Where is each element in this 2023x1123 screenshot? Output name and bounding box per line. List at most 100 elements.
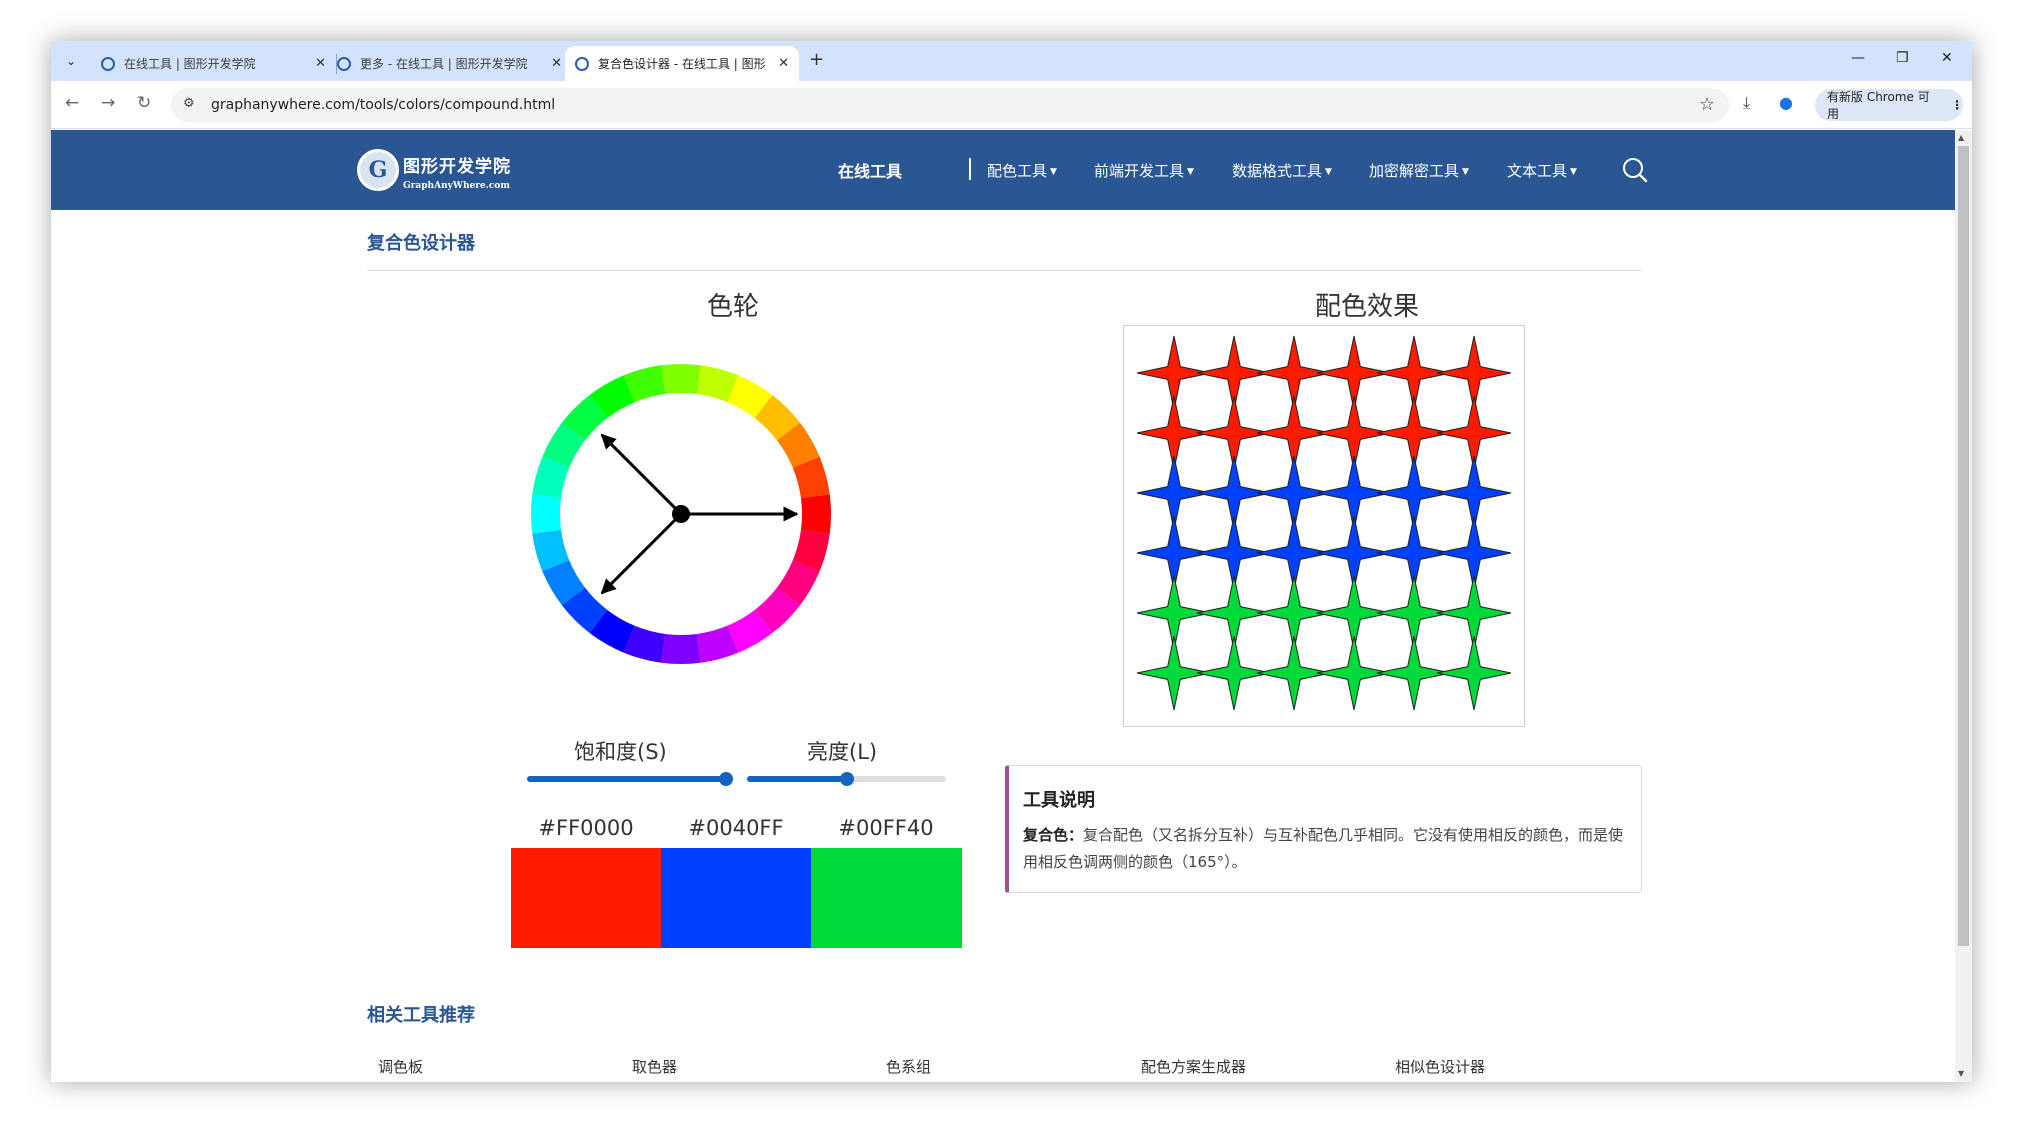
minimize-icon[interactable]: — [1851, 50, 1865, 66]
wheel-center [672, 505, 690, 523]
bookmark-star-icon[interactable]: ☆ [1699, 94, 1715, 115]
back-icon[interactable]: ← [65, 93, 79, 113]
address-bar[interactable]: ⚙ graphanywhere.com/tools/colors/compoun… [171, 88, 1729, 122]
nav-label: 文本工具 [1507, 162, 1568, 180]
pattern-star [1436, 635, 1512, 711]
hue-pointer[interactable] [600, 433, 683, 516]
site-info-icon[interactable]: ⚙ [183, 96, 195, 111]
slider-handle[interactable] [719, 772, 733, 786]
title-divider [367, 270, 1642, 271]
hue-segment[interactable] [800, 494, 831, 534]
tab-title: 更多 - 在线工具 | 图形开发学院 [360, 57, 528, 71]
nav-label: 前端开发工具 [1094, 162, 1185, 180]
site-favicon-icon [337, 56, 351, 71]
caret-down-icon: ▼ [1462, 167, 1469, 177]
forward-icon[interactable]: → [101, 93, 115, 113]
slider-fill [747, 776, 847, 782]
related-tool-link[interactable]: 配色方案生成器 [1141, 1056, 1246, 1077]
description-body: 复合配色（又名拆分互补）与互补配色几乎相同。它没有使用相反的颜色，而是使用相反色… [1023, 826, 1624, 871]
brand-domain: GraphAnyWhere.com [403, 181, 510, 191]
download-icon[interactable]: ⤓ [1743, 93, 1750, 113]
menu-dots-icon[interactable]: ⋮ [1951, 98, 1963, 112]
page-title: 复合色设计器 [367, 233, 475, 254]
nav-data-format-tools[interactable]: 数据格式工具 ▼ [1232, 160, 1332, 181]
effect-heading: 配色效果 [1315, 292, 1420, 322]
related-tools-title: 相关工具推荐 [367, 1005, 475, 1026]
color-hex-2: #0040FF [688, 816, 784, 840]
slider-fill [527, 776, 726, 782]
scroll-up-icon[interactable]: ▲ [1958, 133, 1964, 142]
saturation-slider[interactable] [527, 772, 733, 786]
lightness-slider[interactable] [747, 772, 946, 786]
color-wheel-heading: 色轮 [707, 292, 760, 322]
site-favicon-icon [575, 56, 589, 71]
close-window-icon[interactable]: ✕ [1941, 50, 1953, 66]
tab-online-tools[interactable]: 在线工具 | 图形开发学院 ✕ [91, 46, 336, 81]
description-term: 复合色： [1023, 826, 1084, 844]
star-pattern [1136, 335, 1512, 711]
page-scrollbar[interactable]: ▲ ▼ [1955, 130, 1972, 1082]
nav-divider [969, 158, 971, 180]
nav-crypto-tools[interactable]: 加密解密工具 ▼ [1369, 160, 1469, 181]
tab-strip: ⌄ 在线工具 | 图形开发学院 ✕ 更多 - 在线工具 | 图形开发学院 ✕ 复… [51, 41, 1972, 81]
tool-description: 工具说明 复合色：复合配色（又名拆分互补）与互补配色几乎相同。它没有使用相反的颜… [1005, 765, 1642, 893]
nav-frontend-tools[interactable]: 前端开发工具 ▼ [1094, 160, 1194, 181]
nav-label: 配色工具 [987, 162, 1048, 180]
tab-more-tools[interactable]: 更多 - 在线工具 | 图形开发学院 ✕ [327, 46, 572, 81]
slider-handle[interactable] [839, 772, 854, 786]
close-tab-icon[interactable]: ✕ [551, 56, 562, 71]
hue-segment[interactable] [661, 633, 701, 664]
browser-window: ⌄ 在线工具 | 图形开发学院 ✕ 更多 - 在线工具 | 图形开发学院 ✕ 复… [51, 41, 1972, 1082]
update-label: 有新版 Chrome 可用 [1827, 90, 1930, 121]
color-hex-3: #00FF40 [838, 816, 934, 840]
color-hex-1: #FF0000 [538, 816, 634, 840]
caret-down-icon: ▼ [1570, 167, 1577, 177]
tab-title: 复合色设计器 - 在线工具 | 图形 [598, 57, 766, 71]
profile-icon[interactable]: ● [1779, 93, 1793, 112]
search-icon[interactable] [1622, 157, 1648, 183]
url-text[interactable]: graphanywhere.com/tools/colors/compound.… [211, 97, 555, 113]
related-tool-link[interactable]: 调色板 [378, 1056, 423, 1077]
color-swatch-2[interactable] [661, 848, 812, 948]
brand-name: 图形开发学院 [403, 157, 511, 177]
related-tool-link[interactable]: 相似色设计器 [1395, 1056, 1485, 1077]
scroll-down-icon[interactable]: ▼ [1958, 1069, 1964, 1078]
restore-icon[interactable]: ❐ [1896, 50, 1909, 66]
close-tab-icon[interactable]: ✕ [315, 56, 326, 71]
logo-letter: G [368, 157, 388, 183]
lightness-label: 亮度(L) [807, 740, 878, 764]
new-tab-button[interactable]: + [809, 49, 824, 70]
nav-label: 数据格式工具 [1232, 162, 1323, 180]
site-header: G 图形开发学院 GraphAnyWhere.com 在线工具 配色工具 ▼ 前端… [51, 130, 1955, 210]
chrome-update-button[interactable]: 有新版 Chrome 可用 ⋮ [1815, 89, 1963, 121]
browser-toolbar: ← → ↻ ⚙ graphanywhere.com/tools/colors/c… [51, 81, 1972, 129]
tab-search-chevron-icon[interactable]: ⌄ [59, 49, 83, 73]
nav-text-tools[interactable]: 文本工具 ▼ [1507, 160, 1577, 181]
caret-down-icon: ▼ [1187, 167, 1194, 177]
tab-compound-designer[interactable]: 复合色设计器 - 在线工具 | 图形 ✕ [565, 46, 799, 81]
nav-online-tools[interactable]: 在线工具 [838, 158, 902, 182]
hue-segment[interactable] [531, 494, 562, 534]
close-tab-icon[interactable]: ✕ [778, 56, 789, 71]
color-swatch-3[interactable] [811, 848, 962, 948]
tab-title: 在线工具 | 图形开发学院 [124, 57, 256, 71]
color-wheel[interactable] [521, 354, 841, 674]
page-viewport: G 图形开发学院 GraphAnyWhere.com 在线工具 配色工具 ▼ 前端… [51, 130, 1955, 1082]
hue-segment[interactable] [661, 364, 701, 395]
caret-down-icon: ▼ [1050, 167, 1057, 177]
hue-pointer[interactable] [600, 512, 683, 595]
description-text: 复合色：复合配色（又名拆分互补）与互补配色几乎相同。它没有使用相反的颜色，而是使… [1023, 822, 1633, 876]
color-swatch-1[interactable] [511, 848, 662, 948]
scroll-thumb[interactable] [1958, 146, 1969, 946]
site-logo-icon[interactable]: G [357, 149, 399, 191]
nav-label: 加密解密工具 [1369, 162, 1460, 180]
nav-color-tools[interactable]: 配色工具 ▼ [987, 160, 1057, 181]
site-favicon-icon [101, 56, 115, 71]
saturation-label: 饱和度(S) [574, 740, 667, 764]
related-tool-link[interactable]: 色系组 [886, 1056, 931, 1077]
site-brand[interactable]: 图形开发学院 GraphAnyWhere.com [403, 152, 511, 191]
caret-down-icon: ▼ [1325, 167, 1332, 177]
color-effect-preview [1123, 325, 1525, 727]
reload-icon[interactable]: ↻ [137, 93, 151, 113]
related-tool-link[interactable]: 取色器 [632, 1056, 677, 1077]
